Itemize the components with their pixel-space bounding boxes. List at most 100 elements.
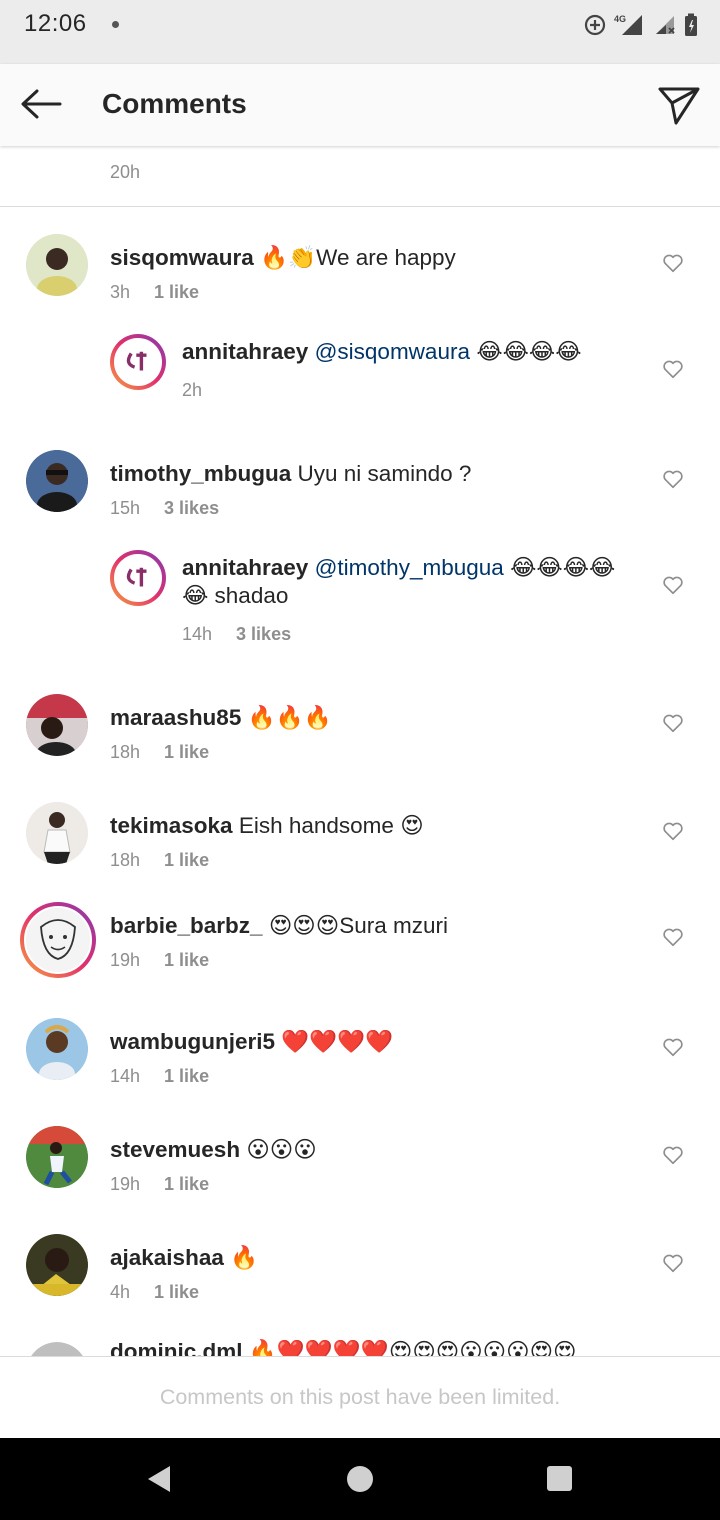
comment-body: Eish handsome 😍 — [238, 813, 424, 838]
profile-photo-icon — [26, 1234, 88, 1296]
heart-outline-icon[interactable] — [662, 468, 684, 490]
heart-outline-icon[interactable] — [662, 820, 684, 842]
avatar[interactable] — [26, 802, 88, 864]
comment-likes[interactable]: 1 like — [164, 950, 209, 971]
comment-body: 🔥👏We are happy — [260, 245, 456, 270]
comment-time: 14h — [110, 1066, 141, 1086]
comment-username[interactable]: tekimasoka — [110, 813, 233, 838]
nav-home-icon[interactable] — [347, 1466, 373, 1492]
battery-icon — [685, 13, 697, 36]
comment-username[interactable]: sisqomwaura — [110, 245, 254, 270]
comment-time: 3h — [110, 282, 131, 302]
comment-username[interactable]: barbie_barbz_ — [110, 913, 263, 938]
status-time: 12:06 — [24, 10, 87, 37]
comment-time: 19h — [110, 1174, 141, 1194]
comment-text: maraashu85 🔥🔥🔥 — [110, 704, 628, 732]
comments-limited-bar: Comments on this post have been limited. — [0, 1356, 720, 1438]
annitah-logo-icon — [126, 351, 147, 371]
avatar[interactable] — [26, 450, 88, 512]
comment-meta: 3h 1 like — [110, 282, 199, 303]
comment-body: 😂😂😂😂 — [469, 339, 582, 364]
avatar[interactable] — [26, 1126, 88, 1188]
comment-text: tekimasoka Eish handsome 😍 — [110, 812, 628, 840]
comment-time: 2h — [182, 380, 203, 400]
caption-timestamp: 20h — [110, 162, 141, 182]
share-button[interactable] — [656, 82, 702, 128]
back-button[interactable] — [18, 84, 64, 124]
comment-username[interactable]: dominic.dml — [110, 1339, 243, 1356]
heart-outline-icon[interactable] — [662, 252, 684, 274]
heart-outline-icon[interactable] — [662, 926, 684, 948]
avatar[interactable] — [26, 694, 88, 756]
page-title: Comments — [102, 88, 247, 119]
comment-item: sisqomwaura 🔥👏We are happy 3h 1 like — [0, 234, 720, 344]
arrow-left-icon — [21, 89, 62, 119]
comment-item: timothy_mbugua Uyu ni samindo ? 15h 3 li… — [0, 450, 720, 560]
comment-text: wambugunjeri5 ❤️❤️❤️❤️ — [110, 1028, 628, 1056]
comment-username[interactable]: wambugunjeri5 — [110, 1029, 275, 1054]
comment-meta: 15h 3 likes — [110, 498, 219, 519]
comment-body: ❤️❤️❤️❤️ — [281, 1029, 394, 1054]
comment-mention[interactable]: @sisqomwaura — [315, 339, 470, 364]
avatar[interactable] — [26, 1234, 88, 1296]
comment-likes[interactable]: 1 like — [154, 1282, 199, 1303]
comment-likes[interactable]: 1 like — [154, 282, 199, 303]
comment-likes[interactable]: 1 like — [164, 1066, 209, 1087]
comment-meta: 14h 1 like — [110, 1066, 209, 1087]
heart-outline-icon[interactable] — [662, 1252, 684, 1274]
comment-text: ajakaishaa 🔥 — [110, 1244, 628, 1272]
comment-likes[interactable]: 1 like — [164, 742, 209, 763]
comment-username[interactable]: annitahraey — [182, 339, 308, 364]
comments-list[interactable]: 20h sisqomwaura 🔥👏We are happy 3h 1 like — [0, 146, 720, 1356]
comment-time: 18h — [110, 850, 141, 870]
comment-likes[interactable]: 3 likes — [236, 624, 291, 645]
comment-item: wambugunjeri5 ❤️❤️❤️❤️ 14h 1 like — [0, 1018, 720, 1128]
avatar[interactable] — [20, 902, 96, 978]
avatar[interactable] — [26, 1342, 88, 1356]
comment-item: maraashu85 🔥🔥🔥 18h 1 like — [0, 694, 720, 804]
comment-body: 😮😮😮 — [246, 1137, 317, 1162]
profile-photo-icon — [26, 1126, 88, 1188]
comment-username[interactable]: ajakaishaa — [110, 1245, 224, 1270]
nav-recents-icon[interactable] — [547, 1466, 572, 1491]
heart-outline-icon[interactable] — [662, 1036, 684, 1058]
comment-likes[interactable]: 1 like — [164, 850, 209, 871]
avatar[interactable] — [26, 1018, 88, 1080]
avatar[interactable] — [110, 550, 166, 606]
comment-username[interactable]: annitahraey — [182, 555, 308, 580]
comment-mention[interactable]: @timothy_mbugua — [315, 555, 504, 580]
comment-meta: 2h — [182, 380, 202, 401]
comment-body: 🔥 — [230, 1245, 259, 1270]
data-saver-icon — [584, 14, 606, 36]
comment-likes[interactable]: 3 likes — [164, 498, 219, 519]
comment-text: annitahraey @timothy_mbugua 😂😂😂😂 😂 shada… — [182, 554, 628, 610]
heart-outline-icon[interactable] — [662, 1144, 684, 1166]
reply-item: annitahraey @timothy_mbugua 😂😂😂😂 😂 shada… — [0, 550, 720, 680]
comment-username[interactable]: maraashu85 — [110, 705, 241, 730]
comment-meta: 14h 3 likes — [182, 624, 291, 645]
heart-outline-icon[interactable] — [662, 358, 684, 380]
avatar[interactable] — [110, 334, 166, 390]
nav-back-icon[interactable] — [146, 1464, 172, 1494]
comment-body: 🔥🔥🔥 — [247, 705, 332, 730]
comment-item: tekimasoka Eish handsome 😍 18h 1 like — [0, 802, 720, 912]
comment-text: sisqomwaura 🔥👏We are happy — [110, 244, 628, 272]
profile-photo-icon — [26, 234, 88, 296]
comment-body: Uyu ni samindo ? — [297, 461, 472, 486]
signal-4g-icon: 4G — [614, 14, 642, 35]
comment-username[interactable]: stevemuesh — [110, 1137, 240, 1162]
comment-body: 😍😍😍Sura mzuri — [268, 913, 448, 938]
comment-item: ajakaishaa 🔥 4h 1 like — [0, 1234, 720, 1344]
comment-text: barbie_barbz_ 😍😍😍Sura mzuri — [110, 912, 628, 940]
comment-meta: 19h 1 like — [110, 1174, 209, 1195]
avatar[interactable] — [26, 234, 88, 296]
status-icons: 4G — [584, 12, 698, 38]
heart-outline-icon[interactable] — [662, 712, 684, 734]
comment-username[interactable]: timothy_mbugua — [110, 461, 291, 486]
comment-text: timothy_mbugua Uyu ni samindo ? — [110, 460, 628, 488]
comment-meta: 18h 1 like — [110, 850, 209, 871]
heart-outline-icon[interactable] — [662, 574, 684, 596]
comments-limited-notice: Comments on this post have been limited. — [159, 1385, 561, 1409]
comment-meta: 18h 1 like — [110, 742, 209, 763]
comment-likes[interactable]: 1 like — [164, 1174, 209, 1195]
